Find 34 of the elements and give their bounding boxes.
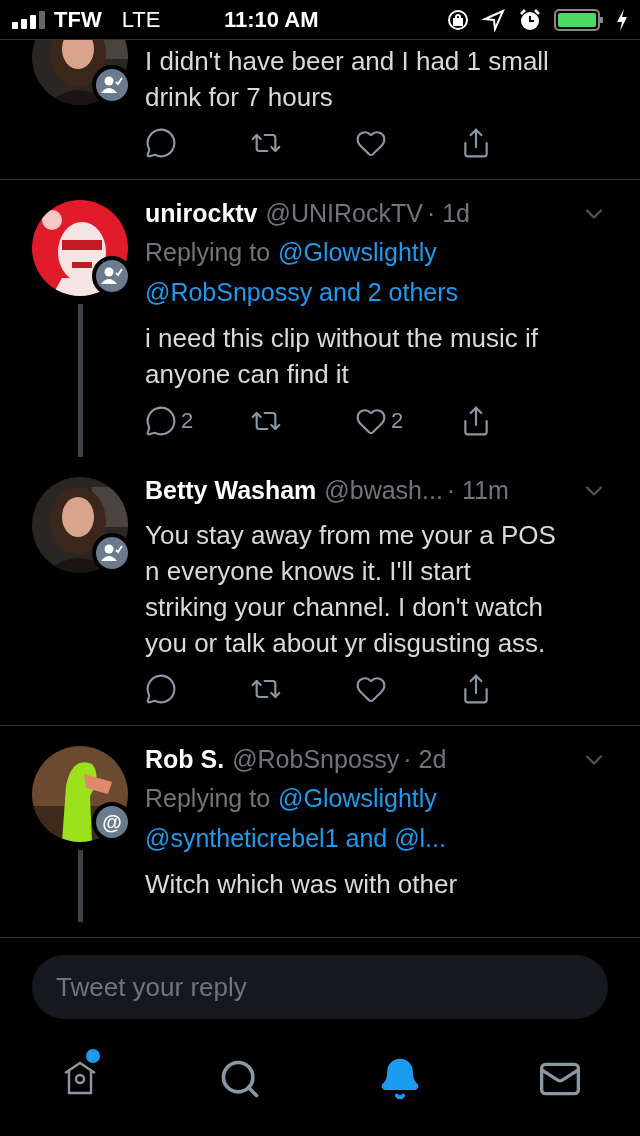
- user-handle: @UNIRockTV: [265, 198, 423, 230]
- mention-link[interactable]: @RobSnpossy and 2 others: [145, 272, 459, 312]
- rotation-lock-icon: [446, 7, 470, 32]
- user-name[interactable]: unirocktv: [145, 195, 258, 233]
- mention-link[interactable]: @Glowslightly: [278, 778, 437, 818]
- tweet-text: You stay away from me your a POS n everyone knows it. I'll start striking your channel. I don't watch you or talk about yr disgusting ass.: [145, 519, 557, 660]
- mention-link[interactable]: @Glowslightly: [278, 232, 437, 272]
- network-type: LTE: [121, 6, 161, 34]
- tweet-text: Witch which was with other: [145, 868, 459, 901]
- tweet-text: I didn't have beer and I had 1 small drink for 7 hours: [145, 45, 550, 114]
- tweet-time: · 2d: [403, 744, 447, 776]
- mention-link[interactable]: @syntheticrebel1 and @l...: [145, 818, 446, 858]
- user-handle: @RobSnpossy: [232, 744, 400, 776]
- battery-icon: [554, 7, 604, 32]
- reply-icon[interactable]: [145, 404, 177, 437]
- alarm-clock-icon: [518, 7, 542, 32]
- replying-label: Replying to: [145, 237, 271, 268]
- carrier-name: TFW: [54, 6, 102, 34]
- signal-icon: [12, 10, 46, 29]
- tweet-time: · 1d: [426, 198, 470, 230]
- user-name[interactable]: Betty Washam: [145, 472, 317, 510]
- location-arrow-icon: [482, 7, 506, 32]
- user-handle: @bwash...: [324, 475, 443, 507]
- replying-label: Replying to: [145, 783, 271, 814]
- tweet-time: · 11m: [446, 475, 509, 507]
- action-count: 2: [181, 407, 194, 435]
- reply-icon[interactable]: [145, 673, 177, 705]
- user-name[interactable]: Rob S.: [145, 741, 225, 779]
- action-count: 2: [391, 407, 404, 435]
- reply-field[interactable]: Tweet your reply: [32, 955, 608, 1019]
- charging-bolt-icon: [616, 8, 628, 31]
- tweet-text: i need this clip without the music if anyone can find it: [145, 322, 540, 391]
- reply-icon[interactable]: [145, 127, 177, 159]
- clock-time: 11:10 AM: [223, 6, 319, 34]
